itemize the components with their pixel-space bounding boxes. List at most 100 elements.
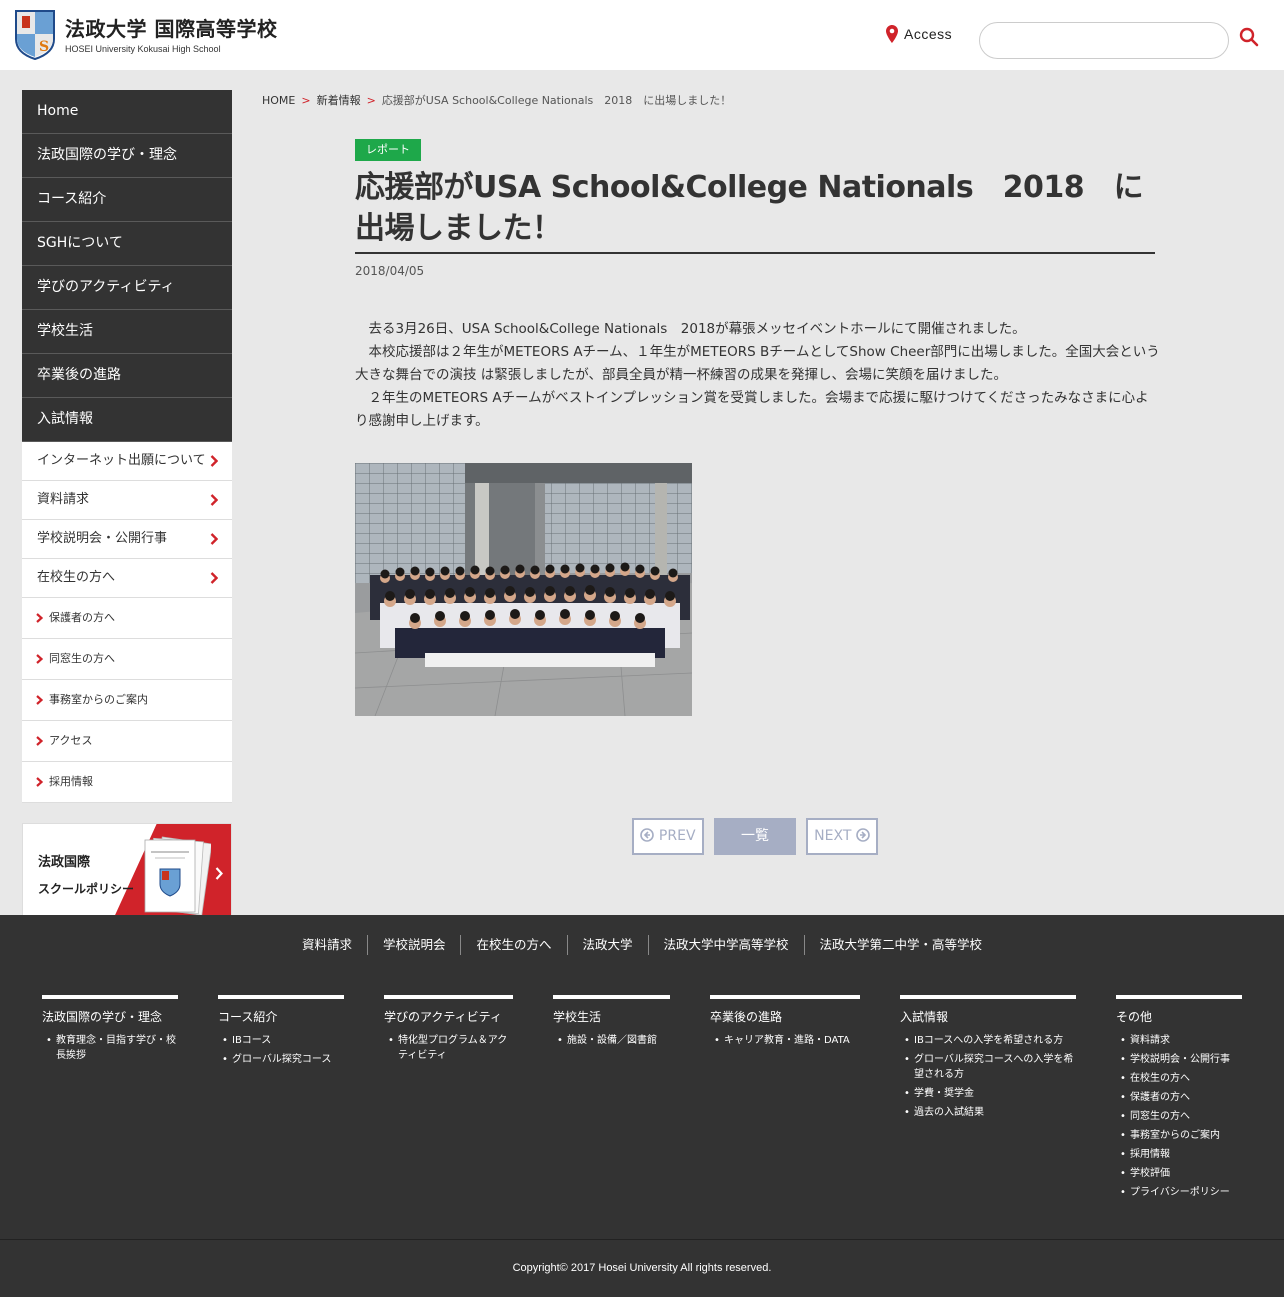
footer-column-item[interactable]: グローバル探究コース — [218, 1052, 344, 1067]
sidebar-item-activities[interactable]: 学びのアクティビティ — [22, 266, 232, 310]
footer-column-item[interactable]: プライバシーポリシー — [1116, 1185, 1242, 1200]
category-tag[interactable]: レポート — [355, 139, 421, 161]
sidebar-item-school-life[interactable]: 学校生活 — [22, 310, 232, 354]
banner-title: 法政国際 — [38, 855, 91, 870]
footer-column-item[interactable]: 保護者の方へ — [1116, 1090, 1242, 1105]
list-button[interactable]: 一覧 — [714, 818, 796, 855]
chevron-right-icon — [36, 777, 43, 787]
footer-link[interactable]: 法政大学中学高等学校 — [647, 935, 804, 955]
sidebar-item-label: 事務室からのご案内 — [49, 693, 148, 706]
footer-column-school-life: 学校生活 施設・設備／図書館 — [553, 995, 670, 1052]
footer-column-item[interactable]: 資料請求 — [1116, 1033, 1242, 1048]
copyright: Copyright© 2017 Hosei University All rig… — [512, 1262, 772, 1274]
school-policy-banner[interactable]: 法政国際 スクールポリシー — [22, 823, 232, 923]
article-paragraph: 去る3月26日、USA School&College Nationals 201… — [368, 321, 1026, 337]
sidebar-item-parents[interactable]: 保護者の方へ — [22, 598, 232, 639]
map-pin-icon — [886, 25, 898, 43]
footer-column-courses: コース紹介 IBコース グローバル探究コース — [218, 995, 344, 1071]
sidebar-item-admissions[interactable]: 入試情報 — [22, 398, 232, 442]
post-date: 2018/04/05 — [355, 264, 425, 278]
footer-link[interactable]: 在校生の方へ — [460, 935, 566, 955]
breadcrumb: HOME > 新着情報 > 応援部がUSA School&College Nationa… — [262, 92, 731, 108]
sidebar-item-recruitment[interactable]: 採用情報 — [22, 762, 232, 803]
sidebar-item-philosophy[interactable]: 法政国際の学び・理念 — [22, 134, 232, 178]
footer-column-item[interactable]: キャリア教育・進路・DATA — [710, 1033, 860, 1048]
breadcrumb-separator: > — [301, 94, 311, 107]
sidebar-item-alumni[interactable]: 同窓生の方へ — [22, 639, 232, 680]
footer-column-item[interactable]: 過去の入試結果 — [900, 1105, 1076, 1120]
sidebar-item-online-application[interactable]: インターネット出願について — [22, 442, 232, 481]
footer-column-philosophy: 法政国際の学び・理念 教育理念・目指す学び・校長挨拶 — [42, 995, 178, 1067]
sidebar-item-request-materials[interactable]: 資料請求 — [22, 481, 232, 520]
footer-link[interactable]: 資料請求 — [287, 935, 367, 955]
sidebar-item-label: 採用情報 — [49, 775, 93, 788]
article-paragraph: ２年生のMETEORS Aチームがベストインプレッション賞を受賞しました。会場ま… — [355, 390, 1149, 429]
footer-column-item[interactable]: IBコース — [218, 1033, 344, 1048]
breadcrumb-current: 応援部がUSA School&College Nationals 2018 に出… — [381, 94, 732, 107]
article-body: 去る3月26日、USA School&College Nationals 201… — [355, 318, 1160, 433]
footer-column-title[interactable]: コース紹介 — [218, 1008, 344, 1025]
footer-column-item[interactable]: 同窓生の方へ — [1116, 1109, 1242, 1124]
sidebar-item-label: アクセス — [49, 734, 93, 747]
footer-column-other: その他 資料請求 学校説明会・公開行事 在校生の方へ 保護者の方へ 同窓生の方へ… — [1116, 995, 1242, 1204]
search-icon[interactable] — [1239, 27, 1259, 47]
breadcrumb-home[interactable]: HOME — [262, 94, 295, 107]
chevron-right-icon — [210, 494, 218, 506]
footer-link[interactable]: 学校説明会 — [366, 935, 461, 955]
footer-links: 資料請求 学校説明会 在校生の方へ 法政大学 法政大学中学高等学校 法政大学第二… — [0, 935, 1284, 955]
footer-column-title[interactable]: その他 — [1116, 1008, 1242, 1025]
chevron-right-icon — [36, 736, 43, 746]
footer-column-title[interactable]: 入試情報 — [900, 1008, 1076, 1025]
sidebar-item-open-events[interactable]: 学校説明会・公開行事 — [22, 520, 232, 559]
sidebar-item-label: 資料請求 — [37, 492, 90, 507]
sidebar-item-office-info[interactable]: 事務室からのご案内 — [22, 680, 232, 721]
prev-button[interactable]: PREV — [632, 818, 704, 855]
sidebar-item-label: 保護者の方へ — [49, 611, 115, 624]
footer-column-item[interactable]: 施設・設備／図書館 — [553, 1033, 670, 1048]
footer-link[interactable]: 法政大学 — [566, 935, 648, 955]
footer-column-item[interactable]: 事務室からのご案内 — [1116, 1128, 1242, 1143]
footer-column-title[interactable]: 卒業後の進路 — [710, 1008, 860, 1025]
search-input[interactable] — [979, 22, 1229, 59]
access-label: Access — [904, 26, 953, 42]
title-divider — [355, 252, 1155, 254]
chevron-right-icon — [215, 867, 223, 880]
next-button[interactable]: NEXT — [806, 818, 878, 855]
banner-subtitle: スクールポリシー — [38, 882, 135, 896]
footer-column-item[interactable]: 特化型プログラム＆アクティビティ — [384, 1033, 513, 1063]
footer-column-item[interactable]: 採用情報 — [1116, 1147, 1242, 1162]
sidebar-item-current-students[interactable]: 在校生の方へ — [22, 559, 232, 598]
footer-column-title[interactable]: 法政国際の学び・理念 — [42, 1008, 178, 1025]
footer-column-item[interactable]: 教育理念・目指す学び・校長挨拶 — [42, 1033, 178, 1063]
footer-column-title[interactable]: 学校生活 — [553, 1008, 670, 1025]
sidebar-item-sgh[interactable]: SGHについて — [22, 222, 232, 266]
policy-booklet-icon — [144, 836, 211, 916]
footer-column-item[interactable]: 学校評価 — [1116, 1166, 1242, 1181]
sidebar-item-career[interactable]: 卒業後の進路 — [22, 354, 232, 398]
footer-column-title[interactable]: 学びのアクティビティ — [384, 1008, 513, 1025]
sidebar-item-access[interactable]: アクセス — [22, 721, 232, 762]
footer-link[interactable]: 法政大学第二中学・高等学校 — [803, 935, 998, 955]
site-logo[interactable]: S 法政大学 国際高等学校 HOSEI University Kokusai H… — [14, 9, 277, 60]
arrow-left-circle-icon — [640, 828, 655, 842]
sidebar-item-courses[interactable]: コース紹介 — [22, 178, 232, 222]
svg-text:S: S — [39, 39, 49, 55]
breadcrumb-news[interactable]: 新着情報 — [317, 94, 361, 107]
access-link[interactable]: Access — [886, 25, 952, 43]
footer-column-item[interactable]: 学校説明会・公開行事 — [1116, 1052, 1242, 1067]
page-title: 応援部がUSA School&College Nationals 2018 に出… — [355, 170, 1144, 246]
footer-column-item[interactable]: グローバル探究コースへの入学を希望される方 — [900, 1052, 1076, 1082]
sidebar-item-label: 学校説明会・公開行事 — [37, 531, 168, 546]
footer-column-item[interactable]: 学費・奨学金 — [900, 1086, 1076, 1101]
school-name: 法政大学 国際高等学校 — [65, 16, 278, 41]
sidebar-item-label: 同窓生の方へ — [49, 652, 115, 665]
chevron-right-icon — [36, 654, 43, 664]
footer-column-item[interactable]: IBコースへの入学を希望される方 — [900, 1033, 1076, 1048]
footer-column-item[interactable]: 在校生の方へ — [1116, 1071, 1242, 1086]
prev-label: PREV — [658, 828, 696, 844]
sidebar-item-home[interactable]: Home — [22, 90, 232, 134]
chevron-right-icon — [210, 572, 218, 584]
arrow-right-circle-icon — [856, 828, 870, 842]
sidebar-item-label: 在校生の方へ — [37, 570, 116, 585]
chevron-right-icon — [210, 455, 218, 467]
